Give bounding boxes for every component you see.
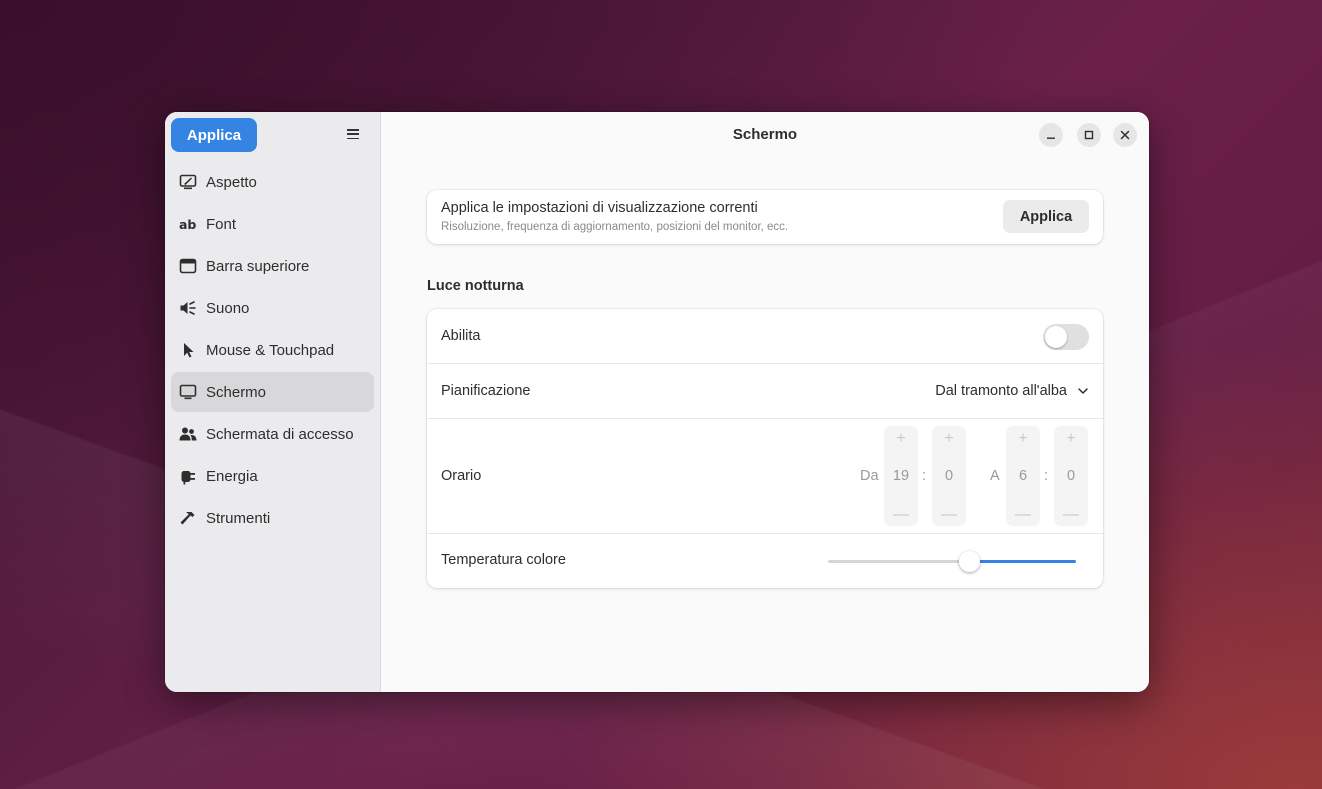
top-bar-icon xyxy=(179,257,197,275)
sidebar-item-appearance[interactable]: Aspetto xyxy=(171,162,374,202)
menu-icon[interactable] xyxy=(347,128,359,140)
decrement-icon[interactable]: — xyxy=(1054,506,1088,524)
window-title: Schermo xyxy=(732,126,798,143)
sidebar-header: Applica xyxy=(165,112,380,158)
enable-toggle[interactable] xyxy=(1043,324,1089,350)
titlebar: Schermo xyxy=(381,112,1149,158)
sidebar-item-font[interactable]: ab Font xyxy=(171,204,374,244)
schedule-row: Pianificazione Dal tramonto all'alba xyxy=(427,364,1103,419)
from-minute-value: 0 xyxy=(944,468,954,484)
temperature-slider[interactable] xyxy=(828,551,1076,572)
decrement-icon[interactable]: — xyxy=(884,506,918,524)
from-label: Da xyxy=(860,468,879,484)
from-hour-value: 19 xyxy=(892,468,910,484)
toggle-knob xyxy=(1045,326,1067,348)
to-hour-value: 6 xyxy=(1018,468,1028,484)
power-plug-icon xyxy=(179,467,197,485)
sidebar-item-display[interactable]: Schermo xyxy=(171,372,374,412)
apply-settings-button[interactable]: Applica xyxy=(1003,200,1089,233)
to-label: A xyxy=(990,468,1000,484)
increment-icon[interactable]: + xyxy=(1054,430,1088,448)
sidebar-item-power[interactable]: Energia xyxy=(171,456,374,496)
sidebar-item-label: Aspetto xyxy=(206,173,257,191)
time-label: Orario xyxy=(441,468,482,484)
temperature-label: Temperatura colore xyxy=(441,552,566,568)
sidebar-nav: Aspetto ab Font Barra superiore Suono Mo… xyxy=(165,158,380,544)
sidebar-item-label: Energia xyxy=(206,467,258,485)
from-hour-spinner[interactable]: + 19 — xyxy=(884,426,918,526)
from-minute-spinner[interactable]: + 0 — xyxy=(932,426,966,526)
to-minute-spinner[interactable]: + 0 — xyxy=(1054,426,1088,526)
svg-text:ab: ab xyxy=(179,217,196,232)
decrement-icon[interactable]: — xyxy=(1006,506,1040,524)
sidebar-item-label: Font xyxy=(206,215,237,233)
sidebar-item-tools[interactable]: Strumenti xyxy=(171,498,374,538)
sidebar-item-label: Schermo xyxy=(206,383,267,401)
settings-window: Applica Aspetto ab Font Barra superiore … xyxy=(165,112,1149,692)
pointer-icon xyxy=(179,341,197,359)
minimize-button[interactable] xyxy=(1039,123,1063,147)
close-icon xyxy=(1120,130,1130,140)
maximize-button[interactable] xyxy=(1077,123,1101,147)
sidebar-item-label: Strumenti xyxy=(206,509,271,527)
maximize-icon xyxy=(1084,130,1094,140)
sidebar-item-sound[interactable]: Suono xyxy=(171,288,374,328)
content-pane: Schermo Applica le impostazioni di visua… xyxy=(381,112,1149,692)
increment-icon[interactable]: + xyxy=(932,430,966,448)
to-hour-spinner[interactable]: + 6 — xyxy=(1006,426,1040,526)
apply-settings-subtitle: Risoluzione, frequenza di aggiornamento,… xyxy=(441,221,789,233)
increment-icon[interactable]: + xyxy=(1006,430,1040,448)
sidebar-item-label: Mouse & Touchpad xyxy=(206,341,335,359)
apply-button[interactable]: Applica xyxy=(171,118,257,152)
apply-settings-card: Applica le impostazioni di visualizzazio… xyxy=(427,190,1103,244)
slider-fill xyxy=(969,560,1076,563)
sidebar-item-mouse-touchpad[interactable]: Mouse & Touchpad xyxy=(171,330,374,370)
chevron-down-icon xyxy=(1078,388,1088,394)
appearance-icon xyxy=(179,173,197,191)
display-icon xyxy=(179,383,197,401)
sidebar-item-label: Schermata di accesso xyxy=(206,425,354,443)
night-light-heading: Luce notturna xyxy=(427,278,524,294)
decrement-icon[interactable]: — xyxy=(932,506,966,524)
sidebar: Applica Aspetto ab Font Barra superiore … xyxy=(165,112,381,692)
time-separator: : xyxy=(922,468,927,484)
close-button[interactable] xyxy=(1113,123,1137,147)
increment-icon[interactable]: + xyxy=(884,430,918,448)
sidebar-item-top-bar[interactable]: Barra superiore xyxy=(171,246,374,286)
schedule-value: Dal tramonto all'alba xyxy=(935,383,1067,399)
sidebar-item-label: Barra superiore xyxy=(206,257,310,275)
sidebar-item-login-screen[interactable]: Schermata di accesso xyxy=(171,414,374,454)
hammer-icon xyxy=(179,509,197,527)
time-separator: : xyxy=(1044,468,1049,484)
enable-label: Abilita xyxy=(441,328,481,344)
to-minute-value: 0 xyxy=(1066,468,1076,484)
night-light-card: Abilita Pianificazione Dal tramonto all'… xyxy=(427,309,1103,588)
temperature-row: Temperatura colore xyxy=(427,534,1103,588)
minimize-icon xyxy=(1047,137,1055,139)
schedule-dropdown[interactable]: Dal tramonto all'alba xyxy=(935,383,1089,399)
sound-icon xyxy=(179,299,197,317)
time-row: Orario Da + 19 — : + 0 — A + 6 —: + 0 — xyxy=(427,419,1103,534)
schedule-label: Pianificazione xyxy=(441,383,531,399)
font-icon: ab xyxy=(179,215,197,233)
slider-handle[interactable] xyxy=(959,551,980,572)
users-icon xyxy=(179,425,197,443)
apply-settings-title: Applica le impostazioni di visualizzazio… xyxy=(441,200,758,216)
enable-row: Abilita xyxy=(427,309,1103,364)
sidebar-item-label: Suono xyxy=(206,299,250,317)
